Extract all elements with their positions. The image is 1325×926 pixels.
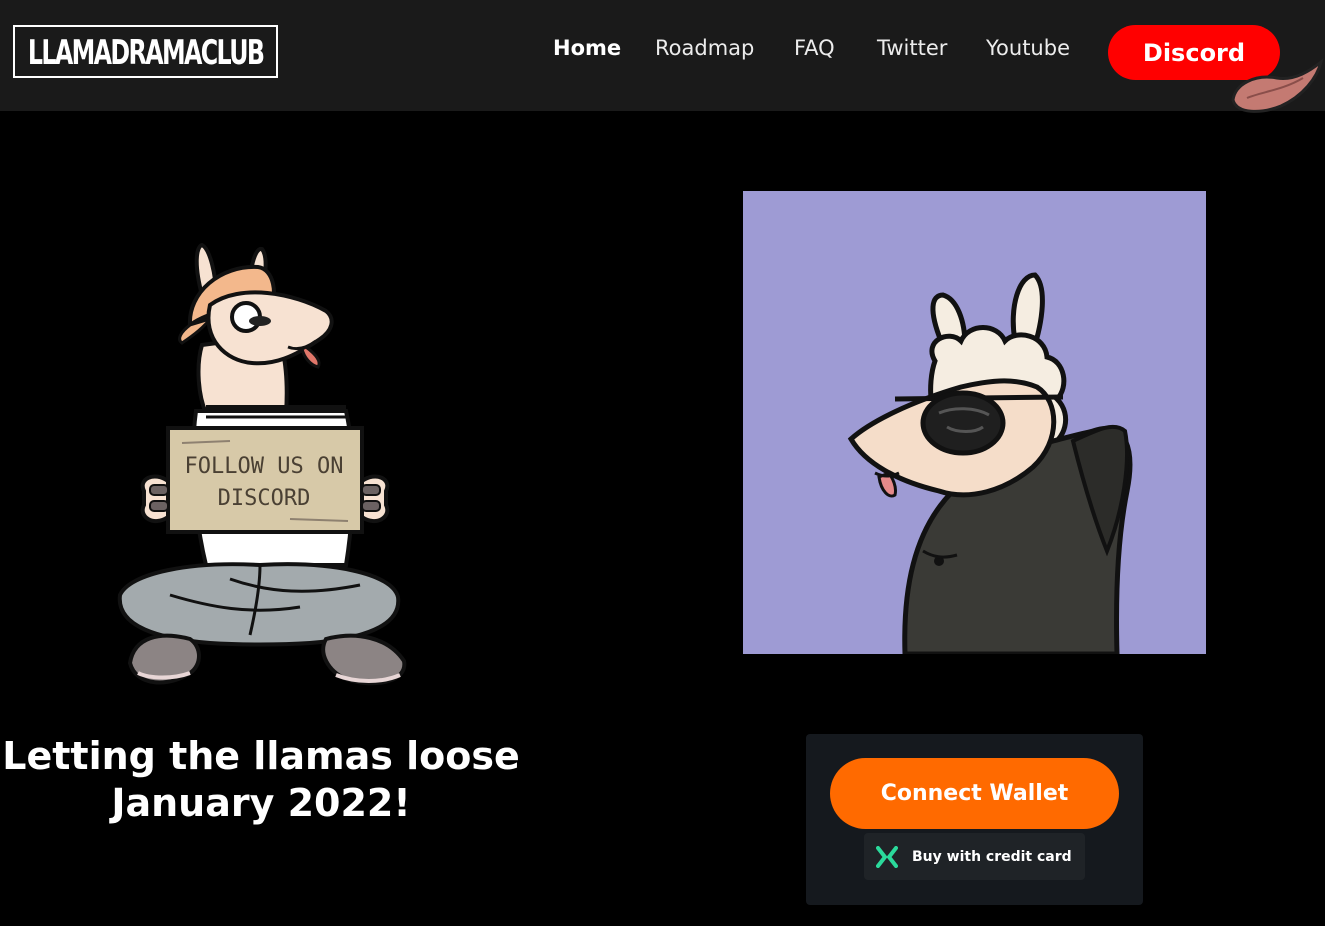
llama-ear-decoration <box>1231 58 1324 113</box>
credit-card-provider-icon <box>876 845 898 868</box>
llama-sunglasses-illustration <box>847 272 1133 657</box>
mint-panel: Connect Wallet Buy with credit card <box>806 734 1143 905</box>
buy-with-credit-card-button[interactable]: Buy with credit card <box>864 833 1085 880</box>
buy-with-credit-card-label: Buy with credit card <box>912 848 1072 865</box>
nav-link-youtube[interactable]: Youtube <box>986 36 1070 68</box>
llama-holding-sign-illustration: FOLLOW US ON DISCORD <box>117 242 407 686</box>
sign-text-line1: FOLLOW US ON <box>185 454 344 479</box>
nav-link-twitter[interactable]: Twitter <box>877 36 947 68</box>
nav-link-faq[interactable]: FAQ <box>794 36 835 68</box>
hero-tagline-line2: January 2022! <box>111 781 411 825</box>
nft-preview-card <box>743 191 1206 657</box>
nav-link-home[interactable]: Home <box>553 36 621 68</box>
site-logo[interactable]: LLAMADRAMACLUB <box>13 25 278 78</box>
site-logo-text: LLAMADRAMACLUB <box>27 31 265 72</box>
nav-link-roadmap[interactable]: Roadmap <box>655 36 754 68</box>
hero-tagline-line1: Letting the llamas loose <box>2 734 520 778</box>
connect-wallet-button[interactable]: Connect Wallet <box>830 758 1119 829</box>
top-navbar: LLAMADRAMACLUB Home Roadmap FAQ Twitter … <box>0 0 1325 113</box>
sign-text-line2: DISCORD <box>218 486 311 511</box>
hero-tagline: Letting the llamas loose January 2022! <box>0 733 522 827</box>
